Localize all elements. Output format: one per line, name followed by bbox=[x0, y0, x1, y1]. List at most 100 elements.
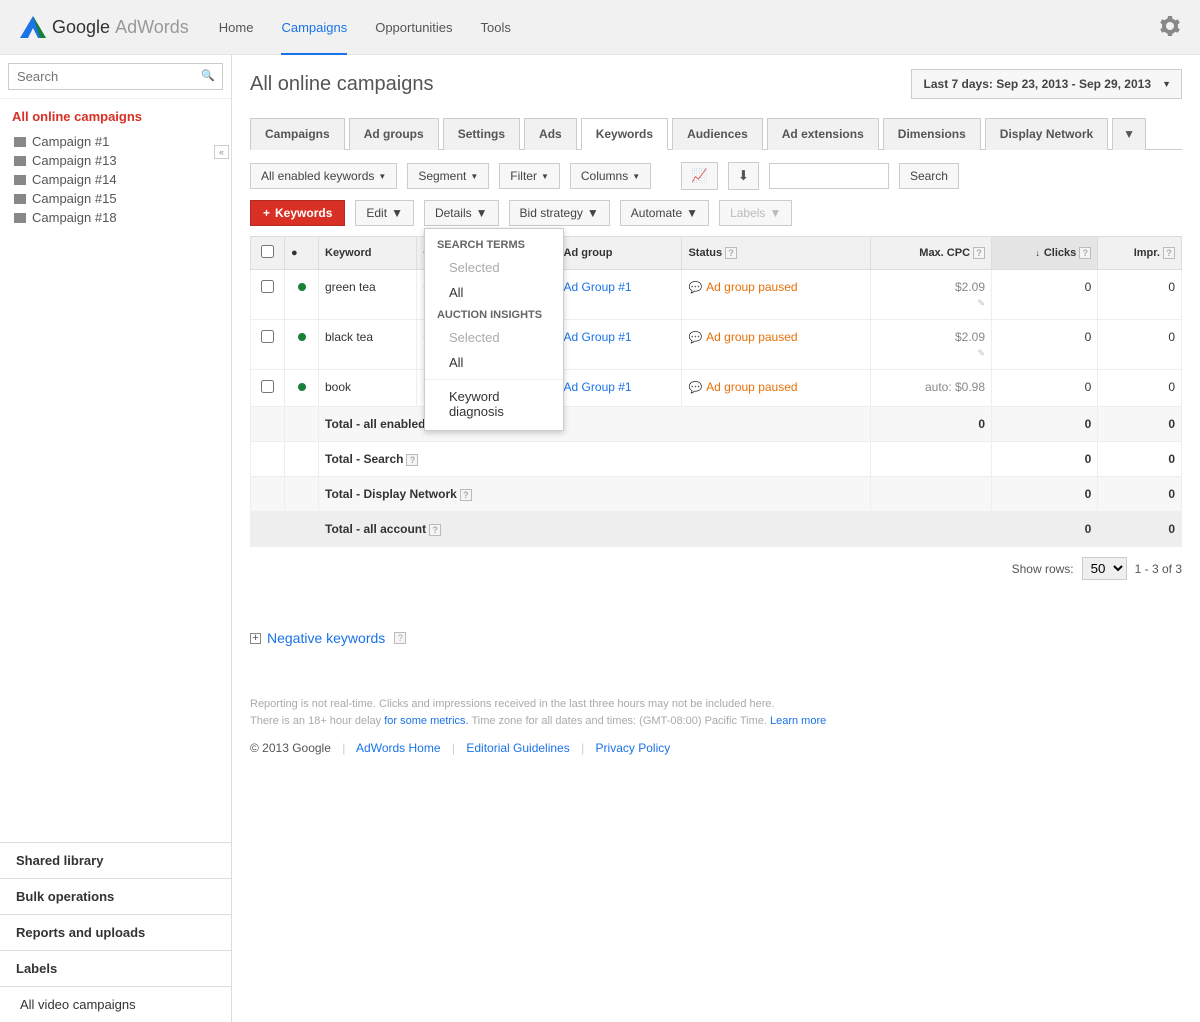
help-icon[interactable]: ? bbox=[429, 524, 441, 536]
bid-strategy-button[interactable]: Bid strategy ▼ bbox=[509, 200, 610, 226]
edit-button[interactable]: Edit ▼ bbox=[355, 200, 414, 226]
tab-campaigns[interactable]: Campaigns bbox=[250, 118, 345, 150]
page-range: 1 - 3 of 3 bbox=[1135, 562, 1182, 576]
learn-more-link[interactable]: Learn more bbox=[770, 715, 826, 727]
nav-home[interactable]: Home bbox=[219, 2, 254, 53]
all-online-campaigns[interactable]: All online campaigns bbox=[12, 109, 219, 124]
cell-clicks: 0 bbox=[992, 320, 1098, 370]
campaign-icon bbox=[14, 137, 26, 147]
tree-item[interactable]: Campaign #13 bbox=[12, 151, 219, 170]
bulk-operations[interactable]: Bulk operations bbox=[0, 878, 231, 914]
gear-icon[interactable] bbox=[1160, 16, 1180, 39]
edit-cpc-icon[interactable]: ✎ bbox=[977, 298, 985, 309]
cell-clicks: 0 bbox=[992, 370, 1098, 407]
adgroup-link[interactable]: Ad Group #1 bbox=[564, 280, 632, 294]
tab-adgroups[interactable]: Ad groups bbox=[349, 118, 439, 150]
rows-select[interactable]: 50 bbox=[1082, 557, 1127, 580]
tab-ads[interactable]: Ads bbox=[524, 118, 577, 150]
tab-display-network[interactable]: Display Network bbox=[985, 118, 1108, 150]
all-video-campaigns[interactable]: All video campaigns bbox=[0, 986, 231, 1022]
negative-keywords-toggle[interactable]: + Negative keywords ? bbox=[250, 630, 1182, 646]
menu-auction-selected[interactable]: Selected bbox=[425, 325, 563, 350]
help-icon[interactable]: ? bbox=[1079, 247, 1091, 259]
tree-item[interactable]: Campaign #18 bbox=[12, 208, 219, 227]
tree-item[interactable]: Campaign #15 bbox=[12, 189, 219, 208]
chevron-down-icon: ▼ bbox=[391, 206, 403, 220]
col-maxcpc[interactable]: Max. CPC? bbox=[870, 237, 991, 270]
col-status[interactable]: Status? bbox=[682, 237, 870, 270]
adgroup-link[interactable]: Ad Group #1 bbox=[564, 380, 632, 394]
nav-tools[interactable]: Tools bbox=[481, 2, 511, 53]
chevron-down-icon: ▼ bbox=[378, 172, 386, 181]
menu-search-terms-selected[interactable]: Selected bbox=[425, 255, 563, 280]
columns-button[interactable]: Columns ▼ bbox=[570, 163, 651, 189]
cell-clicks: 0 bbox=[992, 270, 1098, 320]
chart-icon[interactable]: 📈 bbox=[681, 162, 718, 190]
filter-button[interactable]: Filter ▼ bbox=[499, 163, 560, 189]
topbar: Google AdWords Home Campaigns Opportunit… bbox=[0, 0, 1200, 55]
edit-cpc-icon[interactable]: ✎ bbox=[977, 348, 985, 359]
logo[interactable]: Google AdWords bbox=[20, 16, 189, 38]
dropdown-header: SEARCH TERMS bbox=[425, 235, 563, 255]
labels[interactable]: Labels bbox=[0, 950, 231, 986]
search-button[interactable]: Search bbox=[899, 163, 959, 189]
col-keyword[interactable]: Keyword bbox=[319, 237, 417, 270]
search-input[interactable] bbox=[8, 63, 223, 90]
editorial-guidelines-link[interactable]: Editorial Guidelines bbox=[466, 741, 569, 755]
table-search-input[interactable] bbox=[769, 163, 889, 189]
labels-button[interactable]: Labels ▼ bbox=[719, 200, 792, 226]
nav-opportunities[interactable]: Opportunities bbox=[375, 2, 452, 53]
row-checkbox[interactable] bbox=[261, 280, 274, 293]
chevron-down-icon: ▼ bbox=[470, 172, 478, 181]
help-icon[interactable]: ? bbox=[406, 454, 418, 466]
logo-text: Google AdWords bbox=[52, 17, 189, 38]
tree-item[interactable]: Campaign #1 bbox=[12, 132, 219, 151]
status-dot-icon bbox=[298, 283, 306, 291]
chevron-down-icon: ▼ bbox=[587, 206, 599, 220]
help-icon[interactable]: ? bbox=[973, 247, 985, 259]
tab-adextensions[interactable]: Ad extensions bbox=[767, 118, 879, 150]
menu-keyword-diagnosis[interactable]: Keyword diagnosis bbox=[425, 384, 563, 424]
help-icon[interactable]: ? bbox=[460, 489, 472, 501]
filter-enabled-keywords[interactable]: All enabled keywords ▼ bbox=[250, 163, 397, 189]
collapse-sidebar-button[interactable]: « bbox=[214, 145, 229, 159]
help-icon[interactable]: ? bbox=[394, 632, 406, 644]
reports-uploads[interactable]: Reports and uploads bbox=[0, 914, 231, 950]
tab-keywords[interactable]: Keywords bbox=[581, 118, 668, 150]
nav-campaigns[interactable]: Campaigns bbox=[281, 2, 347, 56]
help-icon[interactable]: ? bbox=[725, 247, 737, 259]
menu-search-terms-all[interactable]: All bbox=[425, 280, 563, 305]
row-checkbox[interactable] bbox=[261, 330, 274, 343]
col-impr[interactable]: Impr.? bbox=[1098, 237, 1182, 270]
status-text: Ad group paused bbox=[706, 330, 797, 344]
menu-auction-all[interactable]: All bbox=[425, 350, 563, 375]
col-adgroup[interactable]: Ad group bbox=[557, 237, 682, 270]
adwords-home-link[interactable]: AdWords Home bbox=[356, 741, 440, 755]
col-clicks[interactable]: ↓Clicks? bbox=[992, 237, 1098, 270]
automate-button[interactable]: Automate ▼ bbox=[620, 200, 709, 226]
row-checkbox[interactable] bbox=[261, 380, 274, 393]
help-icon[interactable]: ? bbox=[1163, 247, 1175, 259]
tab-settings[interactable]: Settings bbox=[443, 118, 520, 150]
shared-library[interactable]: Shared library bbox=[0, 842, 231, 878]
tree-item[interactable]: Campaign #14 bbox=[12, 170, 219, 189]
tab-audiences[interactable]: Audiences bbox=[672, 118, 763, 150]
date-range-picker[interactable]: Last 7 days: Sep 23, 2013 - Sep 29, 2013 bbox=[911, 69, 1182, 99]
segment-button[interactable]: Segment ▼ bbox=[407, 163, 489, 189]
add-keywords-button[interactable]: +Keywords bbox=[250, 200, 345, 226]
adwords-logo-icon bbox=[20, 16, 46, 38]
chevron-down-icon: ▼ bbox=[1123, 127, 1135, 141]
tab-more[interactable]: ▼ bbox=[1112, 118, 1146, 150]
campaign-icon bbox=[14, 156, 26, 166]
metrics-link[interactable]: for some metrics. bbox=[384, 715, 468, 727]
details-button[interactable]: Details ▼ bbox=[424, 200, 499, 226]
select-all-checkbox[interactable] bbox=[261, 245, 274, 258]
show-rows-label: Show rows: bbox=[1012, 562, 1074, 576]
cell-impr: 0 bbox=[1098, 270, 1182, 320]
download-icon[interactable]: ⬇ bbox=[728, 162, 759, 190]
cell-cpc: $2.09✎ bbox=[870, 320, 991, 370]
tab-dimensions[interactable]: Dimensions bbox=[883, 118, 981, 150]
privacy-policy-link[interactable]: Privacy Policy bbox=[596, 741, 671, 755]
adgroup-link[interactable]: Ad Group #1 bbox=[564, 330, 632, 344]
expand-icon: + bbox=[250, 633, 261, 644]
